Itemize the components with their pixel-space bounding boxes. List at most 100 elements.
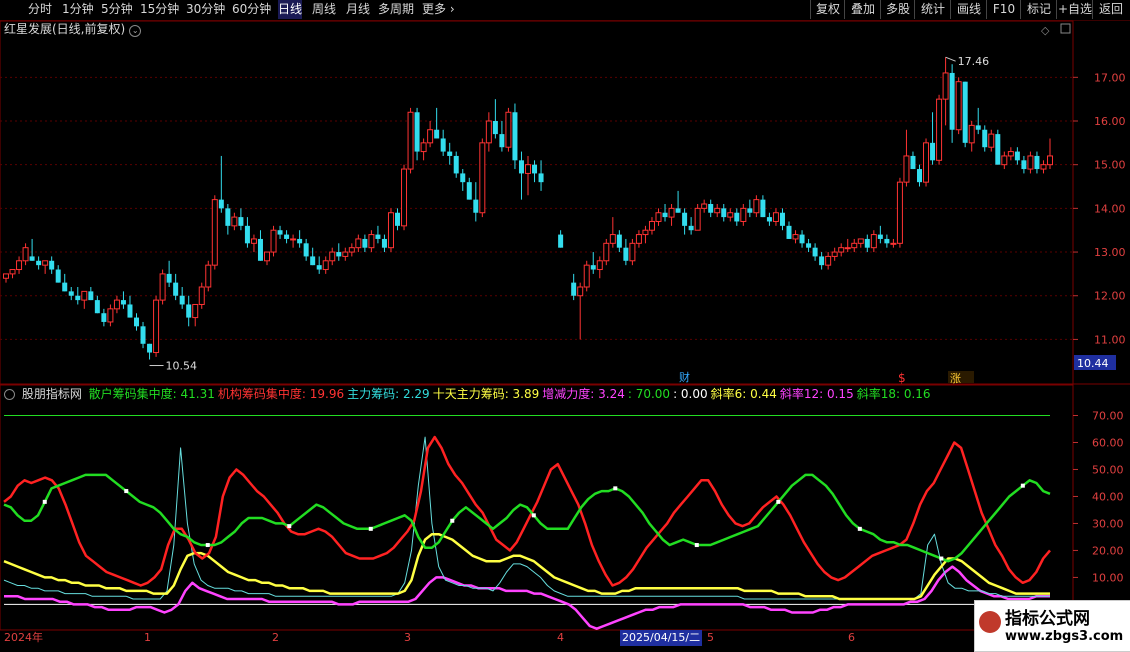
- indicator-name: 股朋指标网: [21, 387, 82, 401]
- candle-body-30: [198, 286, 205, 305]
- candle-body-66: [434, 129, 440, 139]
- candle-body-48: [316, 265, 322, 270]
- candle-body-148: [968, 124, 975, 144]
- candle-body-56: [368, 234, 375, 249]
- candle-body-139: [910, 155, 916, 170]
- candle-body-110: [721, 208, 727, 218]
- series-retail-dot-66: [450, 518, 455, 523]
- candle-body-95: [623, 247, 629, 261]
- candle-body-12: [81, 290, 88, 301]
- candle-body-16: [107, 308, 114, 323]
- candle-body-5: [36, 260, 42, 266]
- candle-body-52: [342, 251, 349, 257]
- candle-body-158: [1034, 155, 1040, 170]
- price-axis-label-1: 16.00: [1094, 115, 1126, 128]
- candle-body-63: [414, 112, 420, 152]
- indicator-value-9: 斜率18: 0.16: [856, 387, 931, 401]
- candle-body-73: [479, 142, 486, 214]
- x-axis-label-2: 2: [272, 631, 279, 644]
- candle-body-21: [140, 326, 146, 344]
- candle-body-118: [772, 212, 779, 222]
- candle-body-138: [903, 155, 910, 183]
- candle-body-136: [890, 242, 897, 245]
- logo-icon: [979, 611, 1001, 633]
- candle-body-36: [238, 217, 244, 226]
- marker-cai: 财: [679, 370, 690, 384]
- marker-zhang: 涨: [950, 372, 961, 385]
- candle-body-62: [407, 111, 414, 170]
- x-axis-label-5: 5: [707, 631, 714, 644]
- candle-body-102: [668, 207, 675, 218]
- candle-body-23: [153, 299, 160, 354]
- candle-body-97: [635, 234, 642, 244]
- indicator-value-6: : 0.00: [673, 387, 708, 401]
- indicator-value-1: 机构筹码集中度: 19.96: [217, 387, 345, 401]
- candle-body-122: [799, 234, 805, 244]
- candle-body-46: [303, 243, 309, 257]
- candle-body-70: [460, 173, 466, 183]
- candle-body-29: [192, 303, 199, 319]
- series-retail-dot-30: [205, 543, 210, 548]
- price-axis-label-3: 14.00: [1094, 202, 1126, 215]
- candle-body-127: [831, 251, 838, 257]
- candle-body-115: [753, 199, 760, 214]
- candle-body-59: [387, 212, 394, 249]
- indicator-value-5: : 70.00: [627, 387, 671, 401]
- candle-body-31: [205, 264, 212, 288]
- candle-body-17: [113, 299, 120, 310]
- candle-body-10: [68, 291, 74, 296]
- candle-body-90: [590, 265, 596, 270]
- candle-body-140: [917, 169, 922, 183]
- candle-body-0: [3, 273, 9, 279]
- candle-body-117: [766, 217, 772, 222]
- candle-body-89: [583, 264, 590, 288]
- price-axis-label-6: 11.00: [1094, 333, 1126, 346]
- candle-body-4: [29, 256, 35, 261]
- candle-body-65: [427, 129, 434, 144]
- candle-body-141: [923, 142, 930, 183]
- candle-body-67: [440, 138, 446, 152]
- price-axis-label-2: 15.00: [1094, 159, 1126, 172]
- candle-body-120: [786, 225, 792, 239]
- marker-s: $: [898, 371, 906, 385]
- time-axis: 2024年 1 2 3 4 5 6 2025/04/15/二: [0, 630, 1130, 650]
- candle-body-72: [473, 199, 479, 213]
- candle-body-85: [558, 234, 564, 248]
- candle-body-91: [596, 260, 603, 271]
- candle-body-131: [857, 238, 864, 244]
- candle-body-9: [62, 282, 68, 292]
- candle-body-109: [714, 207, 721, 214]
- indicator-collapse-icon[interactable]: [4, 389, 15, 400]
- low-marker: 10.54: [166, 360, 198, 373]
- candle-body-27: [179, 295, 185, 305]
- chart-canvas[interactable]: 17.00 16.00 15.00 14.00 13.00 12.00 11.00 10.44…: [0, 0, 1130, 650]
- series-retail-dot-114: [776, 499, 781, 504]
- candle-body-69: [453, 155, 459, 174]
- indicator-value-4: 增减力度: 3.24: [542, 387, 625, 401]
- candle-body-142: [930, 142, 936, 161]
- candle-body-106: [694, 207, 701, 231]
- ind-axis-label-1: 60.00: [1092, 436, 1124, 449]
- series-retail-dot-102: [694, 543, 699, 548]
- price-badge: 10.44: [1077, 357, 1109, 370]
- candle-body-124: [812, 247, 818, 257]
- candle-body-113: [740, 207, 747, 222]
- candle-body-55: [362, 238, 368, 248]
- candle-body-53: [348, 247, 355, 253]
- candle-body-160: [1047, 155, 1053, 166]
- candle-body-149: [975, 125, 981, 130]
- candle-body-88: [577, 286, 584, 297]
- candle-body-80: [525, 164, 531, 174]
- series-retail-dot-18: [124, 489, 129, 494]
- price-axis-label-4: 13.00: [1094, 246, 1126, 259]
- candle-body-42: [277, 230, 283, 235]
- candle-body-94: [616, 234, 622, 248]
- candle-body-68: [447, 151, 453, 156]
- candle-body-129: [844, 247, 851, 250]
- candle-body-43: [284, 234, 290, 239]
- candle-body-121: [792, 234, 799, 240]
- candle-body-133: [870, 234, 877, 249]
- x-axis-label-1: 1: [144, 631, 151, 644]
- candle-body-64: [420, 142, 427, 153]
- candle-body-112: [734, 212, 740, 222]
